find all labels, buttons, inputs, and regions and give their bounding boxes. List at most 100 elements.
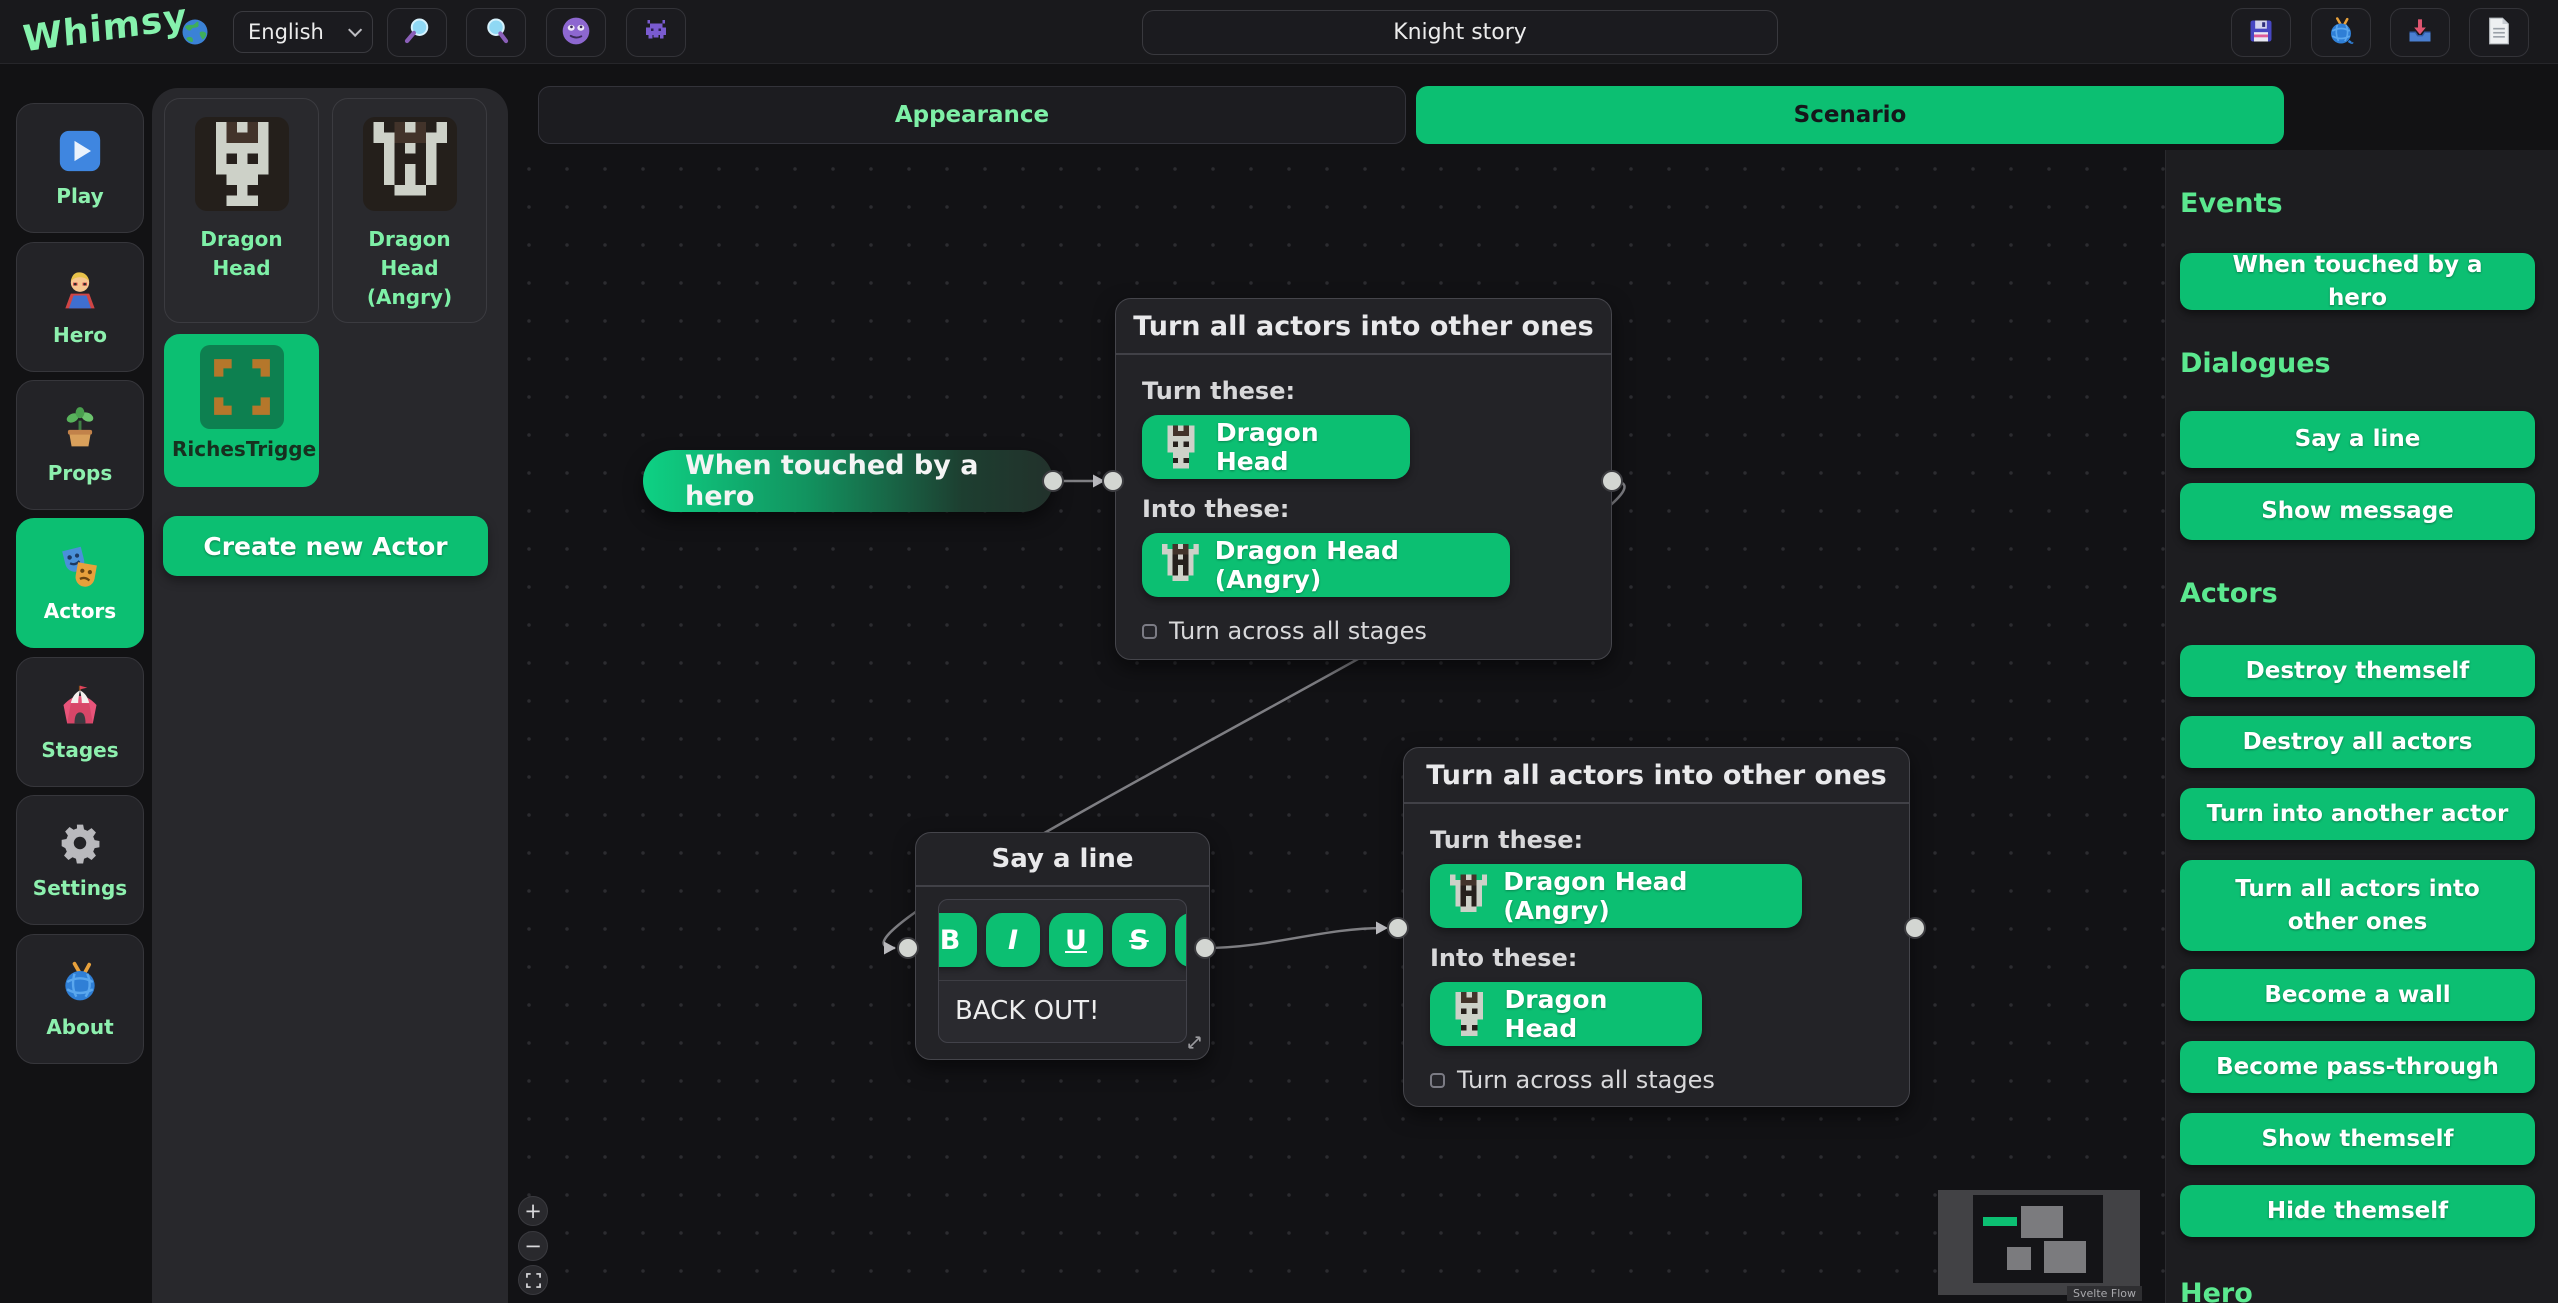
palette-say-a-line[interactable]: Say a line xyxy=(2180,411,2535,468)
into-these-label: Into these: xyxy=(1142,495,1585,523)
node-turn-all-actors-2[interactable]: Turn all actors into other ones Turn the… xyxy=(1403,747,1910,1107)
masks-icon xyxy=(57,543,103,589)
new-page-button[interactable] xyxy=(2469,8,2529,57)
tab-appearance[interactable]: Appearance xyxy=(538,86,1406,144)
actor-select-dragon-head[interactable]: Dragon Head xyxy=(1430,982,1702,1046)
palette-turn-into-another-actor[interactable]: Turn into another actor xyxy=(2180,788,2535,840)
actor-select-dragon-head-angry[interactable]: Dragon Head (Angry) xyxy=(1430,864,1802,928)
sidebar-item-stages[interactable]: Stages xyxy=(16,657,144,787)
top-bar: Whimsy English xyxy=(0,0,2558,64)
minimap-node-event xyxy=(1983,1217,2017,1226)
node-title: Turn all actors into other ones xyxy=(1116,299,1611,355)
dragon-head-angry-sprite xyxy=(1162,542,1199,588)
purple-face-icon xyxy=(560,15,592,51)
gear-icon xyxy=(57,820,103,866)
search-left-button[interactable] xyxy=(387,8,447,57)
yarn-icon xyxy=(57,959,103,1005)
turn-these-label: Turn these: xyxy=(1142,377,1585,405)
palette-destroy-all-actors[interactable]: Destroy all actors xyxy=(2180,716,2535,768)
yarn-icon xyxy=(2326,16,2356,50)
minimap[interactable] xyxy=(1938,1190,2140,1295)
handle-turn1-target[interactable] xyxy=(1102,470,1124,492)
section-heading-dialogues: Dialogues xyxy=(2180,348,2331,379)
project-title-text: Knight story xyxy=(1393,20,1527,45)
page-icon xyxy=(2486,17,2512,49)
tab-scenario[interactable]: Scenario xyxy=(1416,86,2284,144)
turn-across-stages-checkbox[interactable] xyxy=(1142,624,1157,639)
palette-show-themself[interactable]: Show themself xyxy=(2180,1113,2535,1165)
say-line-editor: B I U S xyxy=(938,899,1187,1043)
handle-turn2-target[interactable] xyxy=(1387,917,1409,939)
language-select[interactable]: English xyxy=(233,11,373,53)
format-toolbar: B I U S xyxy=(938,900,1186,981)
palette-when-touched-by-a-hero[interactable]: When touched by a hero xyxy=(2180,253,2535,310)
palette-become-pass-through[interactable]: Become pass-through xyxy=(2180,1041,2535,1093)
project-title-input[interactable]: Knight story xyxy=(1142,10,1778,55)
node-title: Turn all actors into other ones xyxy=(1404,748,1909,804)
handle-turn2-source[interactable] xyxy=(1904,917,1926,939)
sidebar-item-label: About xyxy=(46,1015,113,1039)
italic-button[interactable]: I xyxy=(986,913,1040,967)
sidebar-item-hero[interactable]: Hero xyxy=(16,242,144,372)
minus-icon: − xyxy=(524,1234,542,1258)
sidebar-item-label: Hero xyxy=(53,323,107,347)
bold-button[interactable]: B xyxy=(938,913,977,967)
actor-chip-label: Dragon Head xyxy=(1216,418,1390,476)
handle-event-source[interactable] xyxy=(1042,470,1064,492)
zoom-out-button[interactable]: − xyxy=(518,1231,548,1261)
actor-name: RichesTrigger xyxy=(166,435,317,464)
palette-show-message[interactable]: Show message xyxy=(2180,483,2535,540)
minimap-node-turn2 xyxy=(2044,1241,2086,1273)
zoom-in-button[interactable]: + xyxy=(518,1196,548,1226)
chevron-down-icon xyxy=(348,23,362,37)
node-turn-all-actors-1[interactable]: Turn all actors into other ones Turn the… xyxy=(1115,298,1612,660)
sidebar-item-play[interactable]: Play xyxy=(16,103,144,233)
sidebar-item-label: Actors xyxy=(44,599,116,623)
underline-button[interactable]: U xyxy=(1049,913,1103,967)
save-button[interactable] xyxy=(2231,8,2291,57)
sidebar-item-about[interactable]: About xyxy=(16,934,144,1064)
actor-card-dragon-head-angry[interactable]: Dragon Head (Angry) xyxy=(332,98,487,323)
tab-label: Scenario xyxy=(1794,102,1907,128)
purple-face-button[interactable] xyxy=(546,8,606,57)
sidebar-item-actors[interactable]: Actors xyxy=(16,518,144,648)
rainbow-color-button[interactable] xyxy=(1175,913,1186,967)
turn-across-stages-checkbox[interactable] xyxy=(1430,1073,1445,1088)
actor-select-dragon-head[interactable]: Dragon Head xyxy=(1142,415,1410,479)
fit-view-button[interactable] xyxy=(518,1265,548,1295)
scenario-flow-canvas[interactable]: When touched by a hero Turn all actors i… xyxy=(510,150,2165,1303)
handle-say-source[interactable] xyxy=(1194,937,1216,959)
strikethrough-button[interactable]: S xyxy=(1112,913,1166,967)
dialogue-text-input[interactable]: BACK OUT! xyxy=(939,981,1186,1041)
actor-chip-label: Dragon Head (Angry) xyxy=(1215,536,1490,594)
sidebar-item-props[interactable]: Props xyxy=(16,380,144,510)
dragon-head-angry-sprite xyxy=(1450,873,1487,919)
handle-turn1-source[interactable] xyxy=(1601,470,1623,492)
actor-card-dragon-head[interactable]: Dragon Head xyxy=(164,98,319,323)
node-when-touched-by-a-hero[interactable]: When touched by a hero xyxy=(643,450,1053,512)
alien-button[interactable] xyxy=(626,8,686,57)
handle-say-target[interactable] xyxy=(897,937,919,959)
node-say-a-line[interactable]: Say a line B I U S xyxy=(915,832,1210,1060)
yarn-button[interactable] xyxy=(2311,8,2371,57)
palette-turn-all-actors-into-other-ones[interactable]: Turn all actors into other ones xyxy=(2180,860,2535,951)
actor-card-riches-trigger[interactable]: RichesTrigger xyxy=(164,334,319,487)
sidebar-item-label: Stages xyxy=(41,738,118,762)
plus-icon: + xyxy=(524,1199,542,1223)
actor-chip-label: Dragon Head xyxy=(1505,985,1682,1043)
svelte-flow-attribution[interactable]: Svelte Flow xyxy=(2067,1286,2142,1301)
sidebar-item-settings[interactable]: Settings xyxy=(16,795,144,925)
section-heading-events: Events xyxy=(2180,188,2283,219)
palette-hide-themself[interactable]: Hide themself xyxy=(2180,1185,2535,1237)
create-new-actor-button[interactable]: Create new Actor xyxy=(163,516,488,576)
actor-select-dragon-head-angry[interactable]: Dragon Head (Angry) xyxy=(1142,533,1510,597)
edge-say-to-turn2 xyxy=(1205,928,1384,948)
dragon-head-angry-sprite xyxy=(363,117,457,211)
section-heading-hero: Hero xyxy=(2180,1278,2253,1303)
palette-destroy-themself[interactable]: Destroy themself xyxy=(2180,645,2535,697)
search-right-button[interactable] xyxy=(466,8,526,57)
import-button[interactable] xyxy=(2390,8,2450,57)
palette-become-a-wall[interactable]: Become a wall xyxy=(2180,969,2535,1021)
resize-handle-icon[interactable] xyxy=(1186,1034,1203,1055)
play-icon xyxy=(57,128,103,174)
